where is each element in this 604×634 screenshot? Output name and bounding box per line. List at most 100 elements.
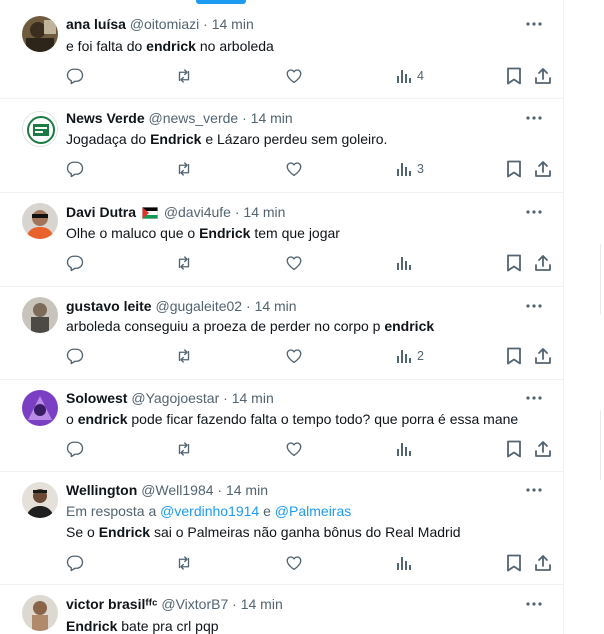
- more-icon[interactable]: [524, 594, 544, 614]
- post-header: ana luísa @oitomiazi · 14 min: [66, 14, 504, 34]
- mention-link[interactable]: @verdinho1914: [160, 503, 259, 519]
- more-icon[interactable]: [524, 14, 544, 34]
- share-button[interactable]: [534, 439, 552, 459]
- post-text-part: pode ficar fazendo falta o tempo todo? q…: [127, 411, 519, 427]
- like-button[interactable]: [285, 553, 303, 573]
- more-icon[interactable]: [524, 296, 544, 316]
- repost-button[interactable]: [175, 439, 193, 459]
- post-time[interactable]: 14 min: [226, 482, 268, 498]
- bookmark-button[interactable]: [506, 553, 522, 573]
- post-time[interactable]: 14 min: [255, 298, 297, 314]
- views-button[interactable]: 3: [396, 159, 424, 179]
- share-button[interactable]: [534, 346, 552, 366]
- post-text-highlight: endrick: [146, 38, 196, 54]
- share-button[interactable]: [534, 553, 552, 573]
- bookmark-button[interactable]: [506, 346, 522, 366]
- display-name[interactable]: ana luísa: [66, 16, 126, 32]
- more-icon[interactable]: [524, 480, 544, 500]
- user-handle[interactable]: @Yagojoestar: [131, 390, 219, 406]
- display-name[interactable]: gustavo leite: [66, 298, 152, 314]
- repost-button[interactable]: [175, 553, 193, 573]
- user-handle[interactable]: @news_verde: [149, 110, 239, 126]
- post[interactable]: Davi Dutra @davi4ufe · 14 min Olhe o mal…: [0, 193, 563, 287]
- reply-button[interactable]: [66, 553, 84, 573]
- views-icon: [397, 557, 411, 570]
- post-time[interactable]: 14 min: [212, 16, 254, 32]
- post-text-part: arboleda conseguiu a proeza de perder no…: [66, 318, 385, 334]
- reply-button[interactable]: [66, 253, 84, 273]
- user-handle[interactable]: @davi4ufe: [164, 204, 231, 220]
- like-button[interactable]: [285, 346, 303, 366]
- palestine-flag-icon: [141, 204, 158, 224]
- views-button[interactable]: [396, 439, 417, 459]
- bookmark-button[interactable]: [506, 439, 522, 459]
- display-name[interactable]: Davi Dutra: [66, 204, 136, 220]
- avatar[interactable]: [22, 482, 58, 518]
- more-icon[interactable]: [524, 108, 544, 128]
- views-button[interactable]: 4: [396, 66, 424, 86]
- reply-button[interactable]: [66, 66, 84, 86]
- post-text: Se o Endrick sai o Palmeiras não ganha b…: [66, 522, 544, 542]
- reply-button[interactable]: [66, 159, 84, 179]
- post-text-highlight: Endrick: [66, 618, 118, 634]
- avatar[interactable]: [22, 390, 58, 426]
- bookmark-button[interactable]: [506, 159, 522, 179]
- bookmark-button[interactable]: [506, 66, 522, 86]
- display-name[interactable]: News Verde: [66, 110, 145, 126]
- like-button[interactable]: [285, 159, 303, 179]
- post[interactable]: gustavo leite @gugaleite02 · 14 min arbo…: [0, 287, 563, 380]
- like-button[interactable]: [285, 253, 303, 273]
- repost-icon: [178, 349, 190, 363]
- share-button[interactable]: [534, 159, 552, 179]
- post-text-highlight: endrick: [77, 411, 128, 427]
- post-text-highlight: Endrick: [98, 524, 151, 540]
- post-time[interactable]: 14 min: [243, 204, 285, 220]
- user-handle[interactable]: @Well1984: [141, 482, 213, 498]
- views-button[interactable]: [396, 253, 417, 273]
- views-button[interactable]: 2: [396, 346, 424, 366]
- display-name[interactable]: victor brasil: [66, 596, 145, 612]
- reply-feed: ana luísa @oitomiazi · 14 min e foi falt…: [0, 0, 564, 634]
- repost-button[interactable]: [175, 159, 193, 179]
- bookmark-button[interactable]: [506, 253, 522, 273]
- post-time[interactable]: 14 min: [251, 110, 293, 126]
- repost-button[interactable]: [175, 253, 193, 273]
- avatar[interactable]: [22, 595, 58, 631]
- reply-button[interactable]: [66, 346, 84, 366]
- post[interactable]: Wellington @Well1984 · 14 min Em respost…: [0, 472, 563, 585]
- post[interactable]: victor brasilᶠᶠᶜ @VixtorB7 · 14 min Endr…: [0, 585, 563, 634]
- display-name[interactable]: Wellington: [66, 482, 137, 498]
- repost-button[interactable]: [175, 346, 193, 366]
- user-handle[interactable]: @VixtorB7: [161, 596, 228, 612]
- repost-icon: [178, 162, 190, 176]
- post-time[interactable]: 14 min: [241, 596, 283, 612]
- avatar[interactable]: [22, 203, 58, 239]
- share-button[interactable]: [534, 66, 552, 86]
- like-button[interactable]: [285, 66, 303, 86]
- post[interactable]: ana luísa @oitomiazi · 14 min e foi falt…: [0, 0, 563, 99]
- separator-dot: ·: [246, 298, 251, 314]
- post-text-part: e Lázaro perdeu sem goleiro.: [201, 131, 388, 147]
- more-icon[interactable]: [524, 388, 544, 408]
- share-icon: [535, 555, 551, 571]
- post-text: Olhe o maluco que o Endrick tem que joga…: [66, 223, 544, 243]
- post[interactable]: News Verde @news_verde · 14 min Jogadaça…: [0, 99, 563, 193]
- like-icon: [286, 256, 302, 271]
- avatar[interactable]: [22, 297, 58, 333]
- post-time[interactable]: 14 min: [232, 390, 274, 406]
- avatar[interactable]: [22, 16, 58, 52]
- mention-link[interactable]: @Palmeiras: [275, 503, 351, 519]
- reply-button[interactable]: [66, 439, 84, 459]
- user-handle[interactable]: @gugaleite02: [155, 298, 242, 314]
- more-icon[interactable]: [524, 202, 544, 222]
- views-icon: [397, 70, 411, 83]
- like-button[interactable]: [285, 439, 303, 459]
- views-button[interactable]: [396, 553, 417, 573]
- like-icon: [286, 69, 302, 84]
- repost-button[interactable]: [175, 66, 193, 86]
- user-handle[interactable]: @oitomiazi: [130, 16, 199, 32]
- share-button[interactable]: [534, 253, 552, 273]
- avatar[interactable]: [22, 111, 58, 147]
- display-name[interactable]: Solowest: [66, 390, 127, 406]
- post[interactable]: Solowest @Yagojoestar · 14 min o endrick…: [0, 380, 563, 472]
